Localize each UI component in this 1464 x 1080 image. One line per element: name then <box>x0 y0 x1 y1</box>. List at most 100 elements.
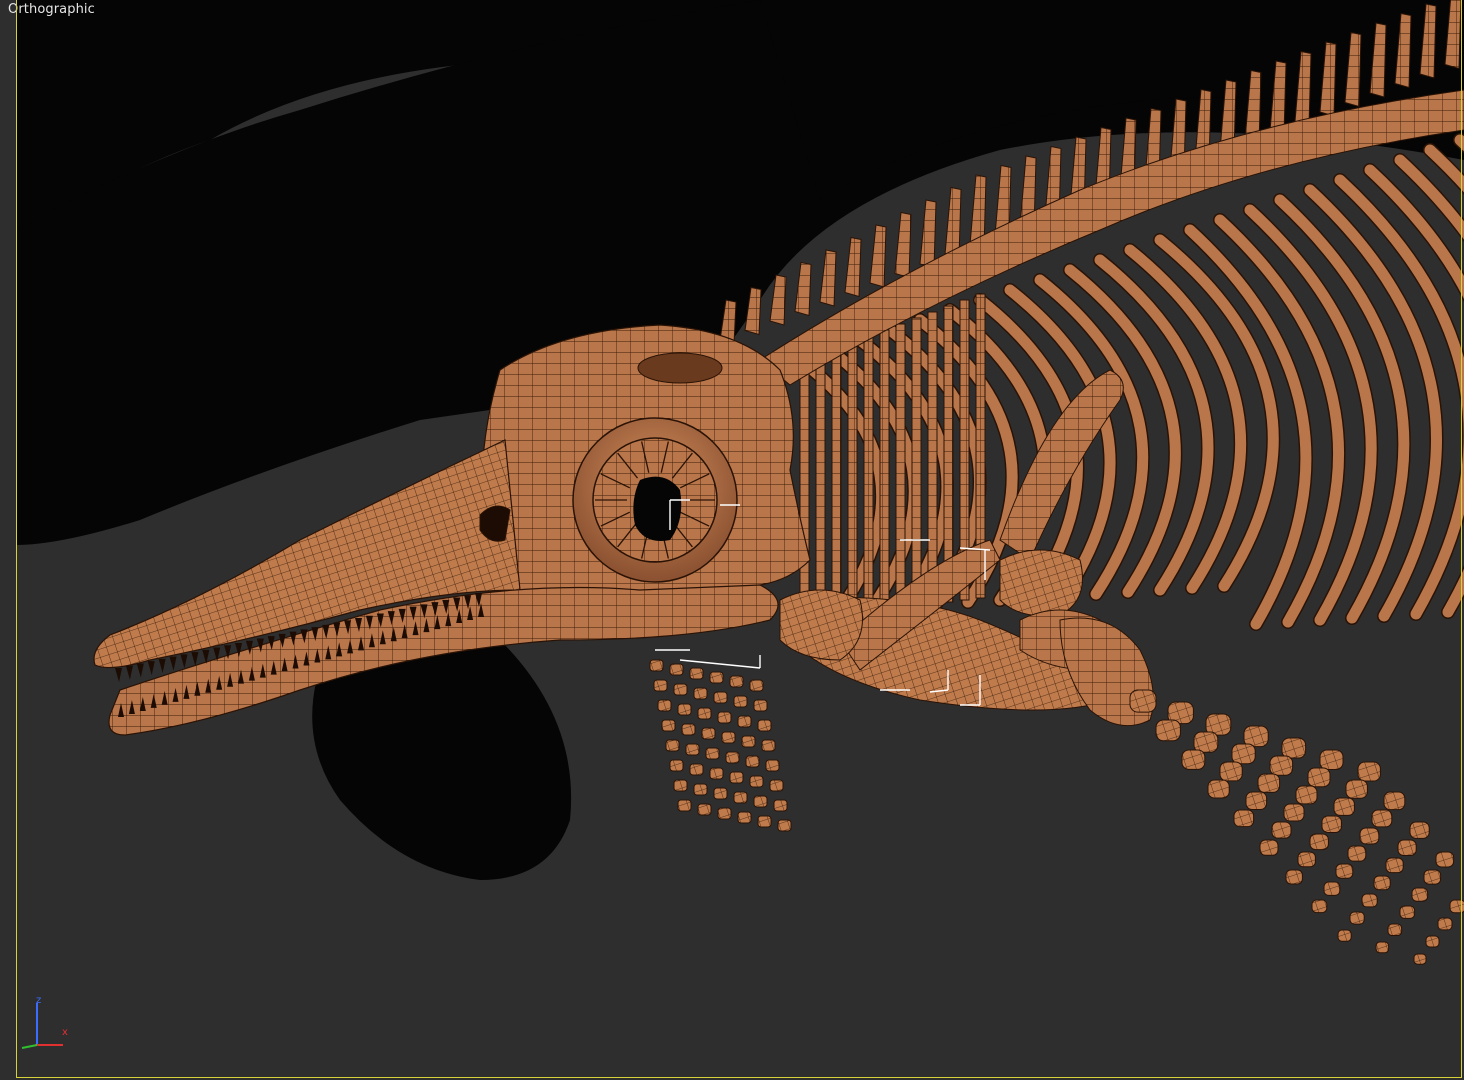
phalanx-bone <box>1319 749 1344 771</box>
phalanx-bone <box>1257 773 1281 793</box>
small-flipper-bone <box>737 715 752 728</box>
phalanx-bone <box>1359 827 1380 845</box>
tooth <box>180 654 188 669</box>
small-flipper-bone <box>741 735 756 748</box>
phalanx-bone <box>1311 899 1328 914</box>
small-flipper-bone <box>689 763 704 776</box>
phalanx-bone <box>1219 761 1243 782</box>
small-flipper-bone <box>753 699 768 712</box>
small-flipper-bone <box>697 707 712 720</box>
small-flipper-bone <box>669 759 684 772</box>
small-flipper-bone <box>717 711 732 724</box>
small-flipper-bone <box>757 719 772 732</box>
phalanx-bone <box>1309 833 1329 851</box>
small-flipper-bone <box>709 767 724 780</box>
small-flipper-bone <box>665 739 680 752</box>
axis-gizmo: z x <box>21 995 68 1049</box>
phalanx-bone <box>1397 839 1417 856</box>
small-flipper-bone <box>669 663 684 676</box>
small-flipper-bone <box>677 703 692 716</box>
phalanx-bone <box>1321 815 1342 833</box>
front-flipper <box>1059 617 1464 965</box>
phalanx-bone <box>1231 743 1256 765</box>
neural-spine <box>844 236 862 298</box>
tooth <box>115 668 122 682</box>
rib-shaft <box>895 323 906 609</box>
small-flipper-bone <box>777 819 792 832</box>
neural-spine <box>894 211 912 279</box>
rib-shaft <box>799 359 810 621</box>
phalanx-bone <box>1425 935 1440 948</box>
phalanx-bone <box>1323 881 1341 896</box>
phalanx-bone <box>1333 797 1355 816</box>
phalanx-bone <box>1243 725 1269 748</box>
phalanx-bone <box>1181 749 1206 770</box>
small-flipper-bone <box>769 779 784 792</box>
small-flipper-bone <box>693 687 708 700</box>
small-flipper-bone <box>729 675 744 688</box>
phalanx-bone <box>1399 905 1416 919</box>
small-flipper-bone <box>673 779 688 792</box>
tooth <box>147 661 155 676</box>
phalanx-bone <box>1347 845 1367 862</box>
perspective-viewport[interactable]: z x Orthographic <box>0 0 1464 1080</box>
small-flipper-bone <box>749 679 764 692</box>
phalanx-bone <box>1245 791 1268 811</box>
phalanx-bone <box>1233 809 1255 828</box>
rib-shaft <box>847 341 858 615</box>
phalanx-bone <box>1361 893 1378 908</box>
phalanx-bone <box>1193 731 1219 753</box>
phalanx-bone <box>1155 719 1181 742</box>
phalanx-bone <box>1371 809 1393 828</box>
phalanx-bone <box>1129 689 1157 713</box>
phalanx-bone <box>1207 779 1230 799</box>
tooth <box>191 652 199 667</box>
small-flipper-bone <box>653 679 668 692</box>
phalanx-bone <box>1285 869 1303 885</box>
phalanx-bone <box>1271 821 1292 839</box>
phalanx-bone <box>1307 767 1331 788</box>
small-flipper-bone <box>733 791 748 804</box>
small-flipper-bone <box>685 743 700 756</box>
small-flipper-bone <box>725 751 740 764</box>
small-flipper-bone <box>673 683 688 696</box>
phalanx-bone <box>1411 887 1429 902</box>
viewport-label[interactable]: Orthographic <box>8 2 95 17</box>
small-flipper-bone <box>705 747 720 760</box>
small-flipper-bone <box>729 771 744 784</box>
neural-spine <box>819 249 837 307</box>
phalanx-bone <box>1337 929 1352 942</box>
phalanx-bone <box>1423 869 1442 885</box>
tooth <box>136 663 144 678</box>
small-flipper-bone <box>681 723 696 736</box>
small-flipper-bone <box>717 807 732 820</box>
rear-flipper-bones <box>649 659 792 832</box>
phalanx-bone <box>1283 803 1305 822</box>
small-flipper-bone <box>749 775 764 788</box>
small-flipper-bone <box>657 699 672 712</box>
rib-shaft <box>863 335 874 613</box>
tooth <box>158 658 166 673</box>
small-flipper-bone <box>753 795 768 808</box>
small-flipper-bone <box>765 759 780 772</box>
phalanx-bone <box>1295 785 1318 805</box>
tooth <box>169 656 177 671</box>
tooth <box>125 665 133 680</box>
rib-shaft <box>831 347 842 617</box>
phalanx-bone <box>1345 779 1368 799</box>
phalanx-bone <box>1449 899 1464 914</box>
scene-canvas[interactable]: z x <box>0 0 1464 1080</box>
phalanx-bone <box>1413 953 1427 965</box>
small-flipper-bone <box>709 671 724 684</box>
small-flipper-bone <box>689 667 704 680</box>
small-flipper-bone <box>713 691 728 704</box>
small-flipper-bone <box>773 799 788 812</box>
small-flipper-bone <box>693 783 708 796</box>
small-flipper-bone <box>733 695 748 708</box>
neural-spine <box>919 199 937 269</box>
phalanx-bone <box>1373 875 1391 891</box>
rib-shaft <box>815 353 826 619</box>
small-flipper-bone <box>677 799 692 812</box>
small-flipper-bone <box>761 739 776 752</box>
rib-shaft <box>927 311 938 605</box>
